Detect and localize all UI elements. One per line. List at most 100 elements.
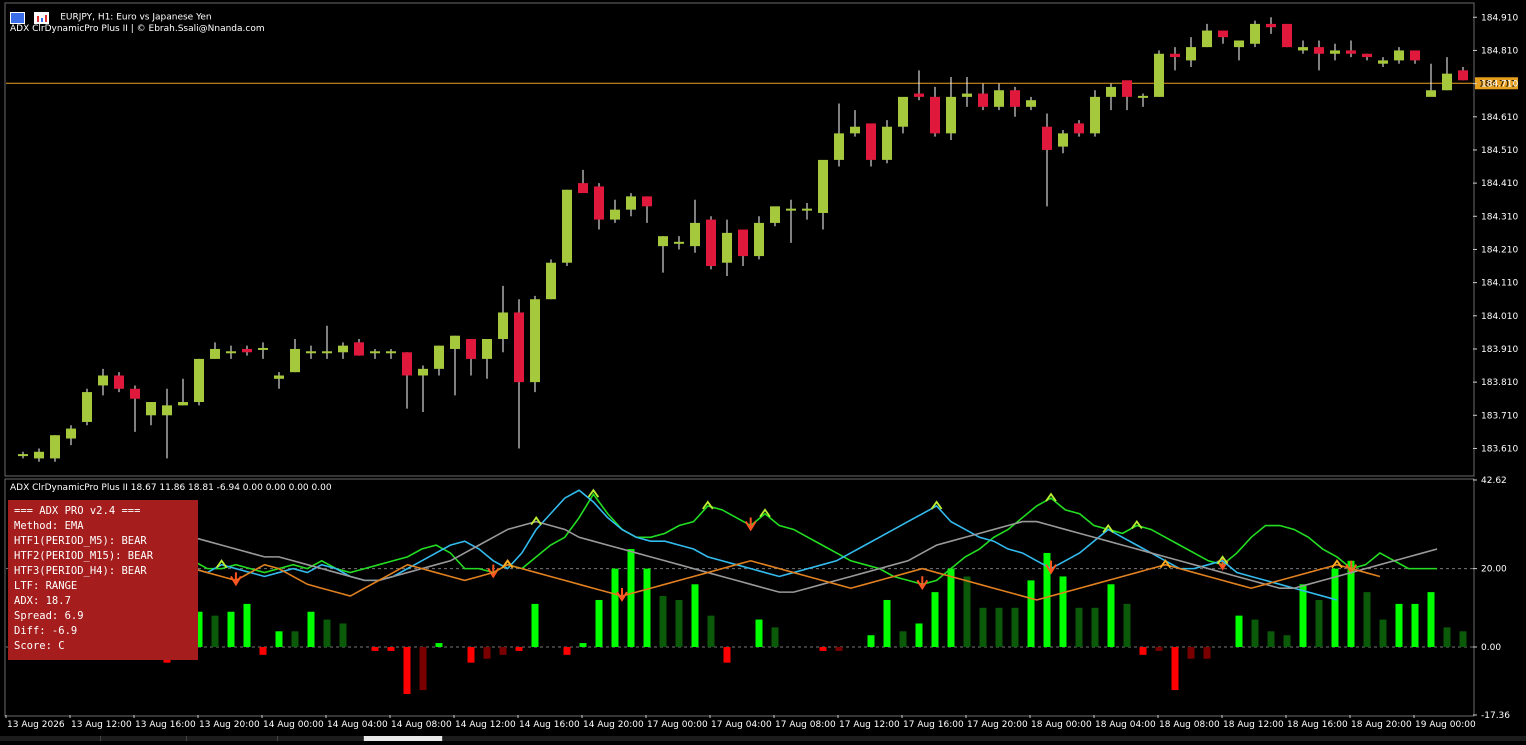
histogram-bar [1315,599,1323,647]
price-axis-label: 184.610 [1481,113,1518,123]
histogram-bar [883,599,891,647]
candle-body [1074,123,1084,134]
time-axis-label: 13 Aug 16:00 [135,720,196,730]
histogram-bar [755,619,763,647]
time-axis-label: 13 Aug 12:00 [71,720,132,730]
candle-body [962,93,972,97]
candle-body [514,312,524,383]
histogram-bar [259,646,267,655]
candle-body [1170,53,1180,58]
info-panel-line: LTF: RANGE [14,580,78,592]
price-axis-label: 184.910 [1481,13,1518,23]
candle-body [450,335,460,349]
candle-body [386,351,396,354]
chart-tab[interactable] [0,736,101,741]
histogram-bar [643,568,651,647]
histogram-bar [531,603,539,647]
candle-body [194,358,204,403]
histogram-bar [1443,627,1451,647]
candle-body [434,345,444,369]
candle-body [1362,53,1372,58]
candle-body [802,208,812,211]
histogram-bar [1411,603,1419,647]
candle-body [402,352,412,376]
candle-body [1010,90,1020,107]
chart-table-icon[interactable] [10,11,25,24]
histogram-bar [1251,619,1259,647]
price-axis-label: 184.810 [1481,46,1518,56]
histogram-bar [1171,646,1179,691]
histogram-bar [1283,635,1291,647]
time-axis-label: 17 Aug 12:00 [839,720,900,730]
histogram-bar [1459,631,1467,647]
chart-tab[interactable] [187,736,278,741]
chart-canvas[interactable]: 184.711 184.910184.810184.710184.610184.… [0,0,1526,741]
price-axis-label: 184.010 [1481,312,1518,322]
candle-body [1458,70,1468,81]
histogram-bar [627,549,635,647]
candle-body [978,93,988,107]
histogram-bar [387,646,395,651]
candle-body [1186,47,1196,61]
histogram-bar [963,576,971,647]
candle-body [1330,50,1340,54]
candle-body [786,208,796,211]
indicator-pane[interactable] [4,478,1475,717]
candle-body [530,299,540,383]
chart-bars-icon[interactable] [34,11,50,24]
histogram-bar [435,643,443,647]
candle-body [994,90,1004,107]
candle-body [674,241,684,244]
adx-info-panel: === ADX PRO v2.4 === Method: EMA HTF1(PERI… [8,500,198,660]
candle-body [1266,23,1276,28]
candle-body [946,96,956,134]
candle-body [770,206,780,223]
candle-body [418,368,428,376]
candle-body [658,236,668,247]
histogram-bar [323,619,331,647]
candle-body [882,126,892,160]
candle-body [498,312,508,340]
candle-body [1154,53,1164,97]
time-axis-label: 14 Aug 20:00 [583,720,644,730]
candle-body [1442,73,1452,91]
candle-body [82,392,92,422]
candle-body [338,345,348,353]
histogram-bar [579,643,587,647]
chart-tab[interactable] [278,736,364,741]
price-axis-label: 184.210 [1481,245,1518,255]
histogram-bar [339,623,347,647]
histogram-bar [931,592,939,647]
time-axis-label: 18 Aug 04:00 [1095,720,1156,730]
candle-body [1314,47,1324,54]
chart-tab-active[interactable] [364,736,443,741]
candle-body [1394,50,1404,61]
indicator-axis-label: 42.62 [1481,476,1507,486]
candle-body [1378,60,1388,64]
candle-body [1026,100,1036,107]
candle-body [66,428,76,439]
histogram-bar [563,646,571,655]
time-axis-label: 17 Aug 08:00 [775,720,836,730]
histogram-bar [467,646,475,663]
histogram-bar [979,607,987,647]
histogram-bar [771,627,779,647]
time-axis-label: 14 Aug 00:00 [263,720,324,730]
price-axis-label: 184.410 [1481,179,1518,189]
candle-body [1106,86,1116,97]
histogram-bar [707,615,715,647]
histogram-bar [1123,603,1131,647]
candle-body [354,342,364,356]
candle-body [866,123,876,160]
candle-body [722,232,732,263]
candle-body [114,375,124,389]
time-axis-label: 14 Aug 16:00 [519,720,580,730]
price-axis-label: 183.810 [1481,378,1518,388]
candle-body [1058,133,1068,147]
info-panel-line: === ADX PRO v2.4 === [14,505,141,517]
price-axis-label: 183.610 [1481,444,1518,454]
candle-body [1090,96,1100,134]
candle-body [834,133,844,160]
chart-tab[interactable] [101,736,187,741]
histogram-bar [227,611,235,647]
